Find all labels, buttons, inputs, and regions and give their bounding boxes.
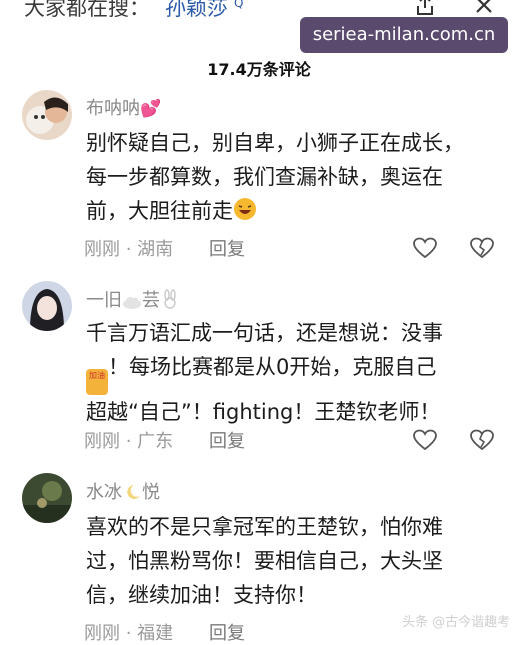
avatar-image <box>22 473 72 523</box>
comment-text: 别怀疑自己，别自卑，小狮子正在成长， 每一步都算数，我们查漏补缺，奥运在 前，大… <box>86 131 464 223</box>
rabbit-icon <box>164 289 176 309</box>
like-heart-icon[interactable] <box>413 429 437 451</box>
close-icon[interactable] <box>473 0 495 16</box>
cheer-badge-icon: 加油 <box>86 369 108 395</box>
avatar[interactable] <box>22 90 72 140</box>
avatar[interactable] <box>22 281 72 331</box>
comment-meta: 刚刚 · 湖南 <box>84 239 174 260</box>
heart-emoji-icon: 💕 <box>140 99 162 119</box>
avatar-image <box>22 281 72 331</box>
search-term-link[interactable]: 孙颖莎 <box>165 0 228 22</box>
reply-button[interactable]: 回复 <box>209 235 245 261</box>
username[interactable]: 水冰悦 <box>86 478 160 504</box>
comment-text: 千言万语汇成一句话，还是想说：没事 加油 ！每场比赛都是从0开始，克服自己 超越“… <box>86 321 443 424</box>
like-heart-icon[interactable] <box>413 237 437 259</box>
username[interactable]: 布呐呐💕 <box>86 94 161 120</box>
comment-text: 喜欢的不是只拿冠军的王楚钦，怕你难 过，怕黑粉骂你！要相信自己，大头坚 信，继续… <box>86 515 443 607</box>
broken-heart-icon[interactable] <box>470 429 494 451</box>
broken-heart-icon[interactable] <box>470 237 494 259</box>
moon-icon <box>127 485 140 499</box>
search-q-icon: Q <box>234 0 244 10</box>
comment-count: 17.4万条评论 <box>207 60 311 79</box>
share-icon[interactable] <box>414 0 436 16</box>
search-prefix: 大家都在搜： <box>24 0 150 20</box>
avatar-image <box>22 90 72 140</box>
comment-meta: 刚刚 · 福建 <box>84 623 174 644</box>
cloud-icon <box>123 297 141 309</box>
corner-watermark: 头条 @古今谐趣考 <box>402 615 511 630</box>
laughing-emoji-icon <box>234 198 256 220</box>
avatar[interactable] <box>22 473 72 523</box>
reply-button[interactable]: 回复 <box>209 427 245 453</box>
site-watermark: seriea-milan.com.cn <box>300 17 508 53</box>
comment-meta: 刚刚 · 广东 <box>84 431 174 452</box>
username[interactable]: 一旧芸 <box>86 286 180 312</box>
reply-button[interactable]: 回复 <box>209 619 245 645</box>
